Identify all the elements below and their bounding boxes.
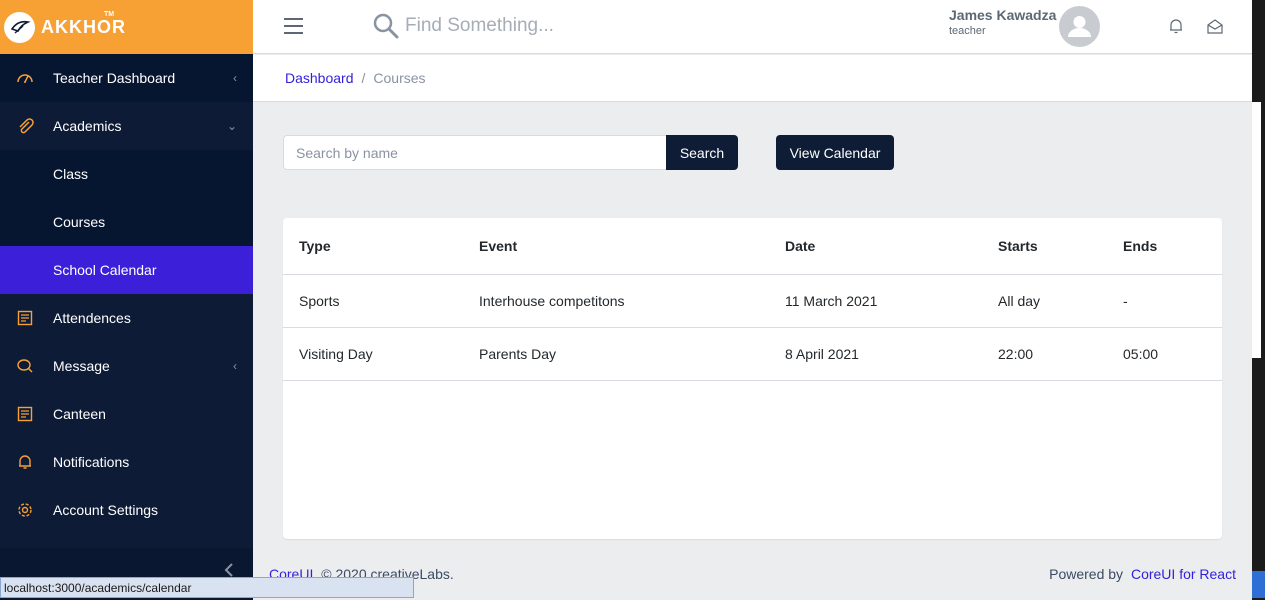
sidebar-item-label: Courses [53,214,106,230]
user-name: James Kawadza [949,7,1057,23]
header: James Kawadza teacher [253,0,1252,54]
bell-icon[interactable] [1168,18,1184,40]
speedometer-icon [16,69,34,87]
table-cell-ends: - [1123,293,1128,309]
column-header-ends: Ends [1123,238,1158,254]
sidebar-item-label: Teacher Dashboard [53,70,176,86]
sidebar-item-label: School Calendar [53,262,157,278]
sidebar-item-label: Message [53,358,110,374]
table-cell-date: 8 April 2021 [785,346,859,362]
search-icon[interactable] [372,12,400,45]
header-search-input[interactable] [405,15,705,37]
menu-toggle-icon[interactable] [284,18,303,34]
footer-right: Powered by CoreUI for React [1049,566,1236,582]
table-header-row: Type Event Date Starts Ends [283,218,1222,275]
window-edge-accent [1252,571,1265,598]
sidebar-item-label: Class [53,166,89,182]
sidebar-item-label: Canteen [53,406,106,422]
table-row[interactable]: Sports Interhouse competitons 11 March 2… [283,275,1222,328]
table-cell-type: Sports [299,293,340,309]
document-icon [16,405,34,423]
sidebar-item-academics[interactable]: Academics ⌄ [0,102,253,150]
sidebar-item-notifications[interactable]: Notifications [0,438,253,486]
sidebar-item-label: Attendences [53,310,131,326]
brand-trademark: TM [104,11,115,18]
column-header-date: Date [785,238,816,254]
sidebar-item-label: Academics [53,118,122,134]
chat-icon [16,357,34,375]
column-header-starts: Starts [998,238,1038,254]
brand[interactable]: AKKHOR TM [0,0,253,54]
view-calendar-button[interactable]: View Calendar [776,135,894,170]
table-cell-event: Interhouse competitons [479,293,625,309]
footer-powered-by: Powered by [1049,566,1124,582]
sidebar-item-message[interactable]: Message ‹ [0,342,253,390]
table-cell-date: 11 March 2021 [785,293,878,309]
paperclip-icon [16,117,34,135]
sidebar-item-attendences[interactable]: Attendences [0,294,253,342]
logo-icon [4,11,35,43]
sidebar-item-label: Notifications [53,454,130,470]
chevron-left-icon: ‹ [233,71,237,85]
brand-name: AKKHOR [41,16,126,37]
gear-icon [16,501,34,519]
sidebar-item-canteen[interactable]: Canteen [0,390,253,438]
table-cell-type: Visiting Day [299,346,373,362]
breadcrumb-separator: / [361,70,366,86]
breadcrumb-current: Courses [373,70,426,86]
table-cell-event: Parents Day [479,346,557,362]
table-row[interactable]: Visiting Day Parents Day 8 April 2021 22… [283,328,1222,381]
sidebar-item-account-settings[interactable]: Account Settings [0,486,253,534]
events-table-card: Type Event Date Starts Ends Sports Inter… [283,218,1222,539]
sidebar: AKKHOR TM Teacher Dashboard ‹ Academics … [0,0,253,600]
chevron-down-icon: ⌄ [226,119,237,133]
sidebar-item-courses[interactable]: Courses [0,198,253,246]
table-cell-ends: 05:00 [1123,346,1159,362]
search-by-name-input[interactable] [283,135,667,170]
envelope-open-icon[interactable] [1206,18,1224,40]
column-header-event: Event [479,238,518,254]
bell-icon [16,453,34,471]
scrollbar-track[interactable] [1252,102,1261,358]
window-edge [1252,0,1265,600]
footer-coreui-react-link[interactable]: CoreUI for React [1131,566,1236,582]
search-button[interactable]: Search [666,135,738,170]
sidebar-item-label: Account Settings [53,502,159,518]
status-bar-url: localhost:3000/academics/calendar [0,577,414,598]
breadcrumb-link-dashboard[interactable]: Dashboard [285,70,354,86]
chevron-left-icon: ‹ [233,359,237,373]
sidebar-item-teacher-dashboard[interactable]: Teacher Dashboard ‹ [0,54,253,102]
table-cell-starts: 22:00 [998,346,1034,362]
avatar[interactable] [1059,6,1100,47]
document-icon [16,309,34,327]
breadcrumb: Dashboard / Courses [253,55,1252,102]
sidebar-item-school-calendar[interactable]: School Calendar [0,246,253,294]
column-header-type: Type [299,238,331,254]
user-role: teacher [949,25,986,37]
sidebar-item-class[interactable]: Class [0,150,253,198]
table-cell-starts: All day [998,293,1041,309]
